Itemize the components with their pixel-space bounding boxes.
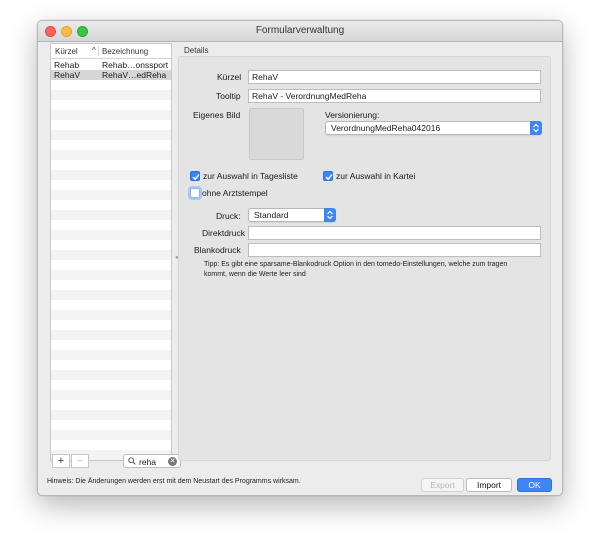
search-value: reha (139, 457, 157, 467)
cell-bezeichnung: Rehab…onssport (102, 60, 169, 70)
remove-form-button[interactable]: − (71, 454, 89, 468)
column-divider[interactable] (98, 46, 99, 56)
window-title: Formularverwaltung (255, 25, 345, 36)
druck-select[interactable]: Standard (248, 208, 336, 222)
cell-kuerzel: RehaV (54, 70, 80, 80)
image-well[interactable] (249, 108, 304, 160)
ok-button[interactable]: OK (517, 478, 552, 492)
arztstempel-checkbox[interactable] (190, 188, 200, 198)
search-input[interactable]: reha ✕ (123, 454, 181, 468)
cell-bezeichnung: RehaV…edReha (102, 70, 167, 80)
details-section-label: Details (184, 46, 209, 55)
direktdruck-label: Direktdruck (202, 228, 245, 238)
kartei-checkbox[interactable] (323, 171, 333, 181)
arztstempel-label[interactable]: ohne Arztstempel (202, 188, 268, 198)
list-footer: + − reha ✕ (50, 453, 181, 470)
chevron-updown-icon (324, 208, 336, 222)
export-button[interactable]: Export (421, 478, 464, 492)
versionierung-select[interactable]: VerordnungMedReha042016 (325, 121, 542, 135)
chevron-updown-icon (530, 121, 542, 135)
import-button[interactable]: Import (466, 478, 512, 492)
versionierung-label: Versionierung: (325, 110, 380, 120)
bild-label: Eigenes Bild (193, 110, 241, 120)
blankodruck-field[interactable] (248, 243, 541, 257)
table-header: Kürzel ^ Bezeichnung (51, 44, 171, 59)
tooltip-field[interactable]: RehaV - VerordnungMedReha (248, 89, 541, 103)
checkmark-icon (325, 174, 333, 181)
druck-value: Standard (254, 210, 289, 220)
druck-label: Druck: (216, 211, 241, 221)
tooltip-label: Tooltip (216, 91, 241, 101)
tagesliste-checkbox[interactable] (190, 171, 200, 181)
versionierung-value: VerordnungMedReha042016 (331, 123, 441, 133)
column-header-bezeichnung[interactable]: Bezeichnung (102, 47, 148, 56)
window: Formularverwaltung Kürzel ^ Bezeichnung … (37, 20, 563, 496)
forms-table: Kürzel ^ Bezeichnung Rehab Rehab…onsspor… (50, 43, 172, 461)
blankodruck-label: Blankodruck (194, 245, 241, 255)
clear-search-icon[interactable]: ✕ (168, 457, 177, 466)
sort-ascending-icon: ^ (92, 46, 96, 55)
direktdruck-field[interactable] (248, 226, 541, 240)
search-icon (128, 457, 136, 465)
column-header-kuerzel[interactable]: Kürzel (55, 47, 78, 56)
table-row[interactable]: Rehab Rehab…onssport (51, 60, 171, 70)
titlebar: Formularverwaltung (38, 21, 562, 42)
table-body: Rehab Rehab…onssport RehaV RehaV…edReha (51, 60, 171, 460)
checkmark-icon (192, 174, 200, 181)
tip-text: Tipp: Es gibt eine sparsame-Blankodruck … (204, 261, 508, 278)
restart-hint: Hinweis: Die Änderungen werden erst mit … (47, 478, 301, 485)
cell-kuerzel: Rehab (54, 60, 80, 70)
add-form-button[interactable]: + (52, 454, 70, 468)
kartei-label[interactable]: zur Auswahl in Kartei (336, 171, 415, 181)
table-row-selected[interactable]: RehaV RehaV…edReha (51, 70, 171, 80)
tagesliste-label[interactable]: zur Auswahl in Tagesliste (203, 171, 298, 181)
kuerzel-label: Kürzel (217, 72, 242, 82)
kuerzel-field[interactable]: RehaV (248, 70, 541, 84)
